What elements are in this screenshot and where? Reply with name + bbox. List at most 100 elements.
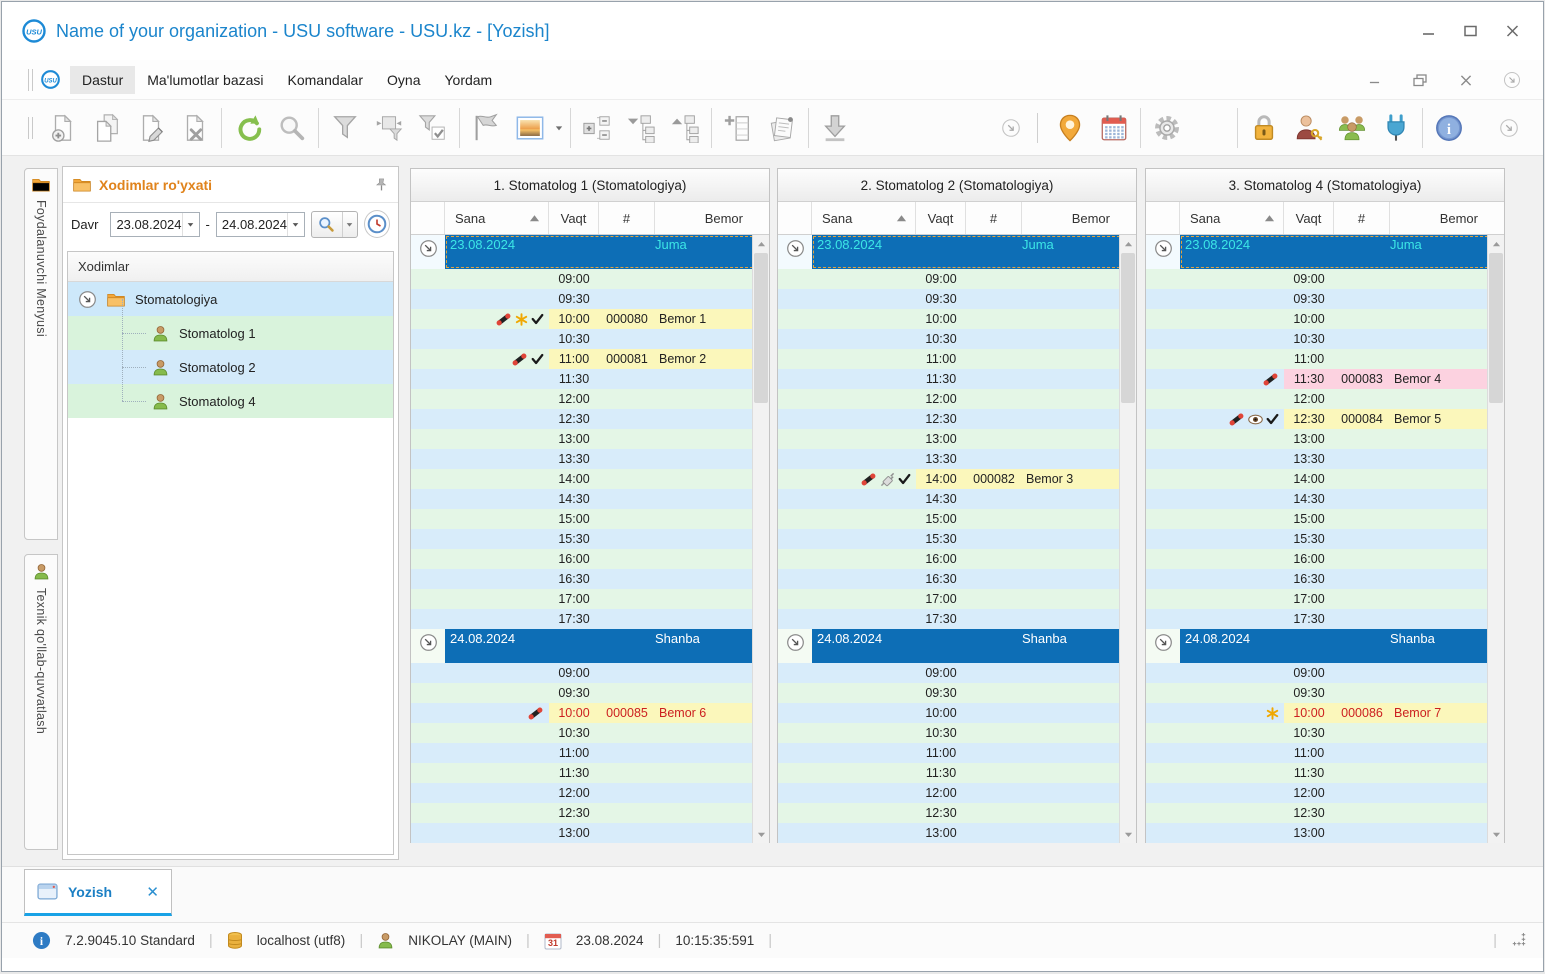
date-header-bar[interactable]: 24.08.2024 Shanba — [1180, 629, 1489, 663]
empty-time-slot[interactable]: 12:00 — [549, 783, 754, 803]
calendar-button[interactable] — [1092, 106, 1136, 150]
time-slot-row[interactable]: 16:00 — [778, 549, 1121, 569]
time-slot-row[interactable]: 10:30 — [411, 329, 754, 349]
empty-time-slot[interactable]: 14:30 — [1284, 489, 1489, 509]
time-slot-row[interactable]: 12:30 — [778, 803, 1121, 823]
time-slot-row[interactable]: 12:30 — [411, 803, 754, 823]
time-slot-row[interactable]: 12:30 — [1146, 803, 1489, 823]
empty-time-slot[interactable]: 13:30 — [916, 449, 1121, 469]
date-group-row[interactable]: 24.08.2024 Shanba — [1146, 629, 1489, 663]
collapse-arrow-icon[interactable] — [78, 290, 97, 309]
tab-close-icon[interactable]: ✕ — [146, 883, 159, 901]
resize-grip-icon[interactable] — [1511, 932, 1527, 949]
empty-time-slot[interactable]: 14:30 — [916, 489, 1121, 509]
time-slot-row[interactable]: 13:00 — [411, 429, 754, 449]
time-slot-row[interactable]: 13:00 — [1146, 823, 1489, 843]
empty-time-slot[interactable]: 17:00 — [1284, 589, 1489, 609]
empty-time-slot[interactable]: 16:00 — [549, 549, 754, 569]
date-group-row[interactable]: 23.08.2024 Juma — [778, 235, 1121, 269]
time-slot-row[interactable]: 13:00 — [1146, 429, 1489, 449]
time-slot-row[interactable]: 11:30 — [411, 763, 754, 783]
column-header-bemor[interactable]: Bemor — [655, 202, 769, 234]
empty-time-slot[interactable]: 13:00 — [1284, 823, 1489, 843]
time-slot-row[interactable]: 14:00 000082 Bemor 3 — [778, 469, 1121, 489]
time-slot-row[interactable]: 11:00 — [778, 349, 1121, 369]
empty-time-slot[interactable]: 15:30 — [916, 529, 1121, 549]
empty-time-slot[interactable]: 10:00 — [916, 309, 1121, 329]
time-slot-row[interactable]: 11:00 000081 Bemor 2 — [411, 349, 754, 369]
time-slot-row[interactable]: 17:00 — [1146, 589, 1489, 609]
column-header-vaqt[interactable]: Vaqt — [549, 202, 599, 234]
new-document-button[interactable] — [41, 106, 85, 150]
plug-button[interactable] — [1374, 106, 1418, 150]
date-header-bar[interactable]: 23.08.2024 Juma — [812, 235, 1121, 269]
tree-expand-button[interactable] — [663, 106, 707, 150]
chevron-down-icon[interactable] — [552, 124, 566, 132]
empty-time-slot[interactable]: 12:00 — [1284, 389, 1489, 409]
empty-time-slot[interactable]: 12:00 — [916, 389, 1121, 409]
time-slot-row[interactable]: 15:30 — [778, 529, 1121, 549]
empty-time-slot[interactable]: 09:30 — [916, 289, 1121, 309]
copy-document-button[interactable] — [85, 106, 129, 150]
time-slot-row[interactable]: 09:30 — [778, 683, 1121, 703]
sidebar-tab-tech-support[interactable]: Texnik qo'llab-quvvatlash — [24, 554, 58, 850]
empty-time-slot[interactable]: 09:00 — [549, 269, 754, 289]
appointment-entry[interactable]: 10:00 000080 Bemor 1 — [549, 309, 754, 329]
collapse-indicator-cell[interactable] — [1146, 629, 1180, 663]
empty-time-slot[interactable]: 17:30 — [916, 609, 1121, 629]
empty-time-slot[interactable]: 10:30 — [1284, 723, 1489, 743]
time-slot-row[interactable]: 17:30 — [778, 609, 1121, 629]
time-slot-row[interactable]: 13:30 — [778, 449, 1121, 469]
tree-node-employee[interactable]: Stomatolog 4 — [68, 367, 393, 418]
refresh-button[interactable] — [226, 106, 270, 150]
empty-time-slot[interactable]: 12:30 — [916, 803, 1121, 823]
maximize-icon[interactable] — [1453, 16, 1487, 46]
time-slot-row[interactable]: 10:00 000085 Bemor 6 — [411, 703, 754, 723]
info-button[interactable]: i — [1427, 106, 1471, 150]
menu-item-yordam[interactable]: Yordam — [432, 66, 504, 94]
date-to-combobox[interactable]: 24.08.2024 — [215, 211, 305, 237]
empty-time-slot[interactable]: 16:30 — [916, 569, 1121, 589]
empty-time-slot[interactable]: 11:00 — [916, 349, 1121, 369]
empty-time-slot[interactable]: 11:30 — [549, 369, 754, 389]
empty-time-slot[interactable]: 10:00 — [1284, 309, 1489, 329]
time-slot-row[interactable]: 10:00 — [778, 703, 1121, 723]
sidebar-tab-user-menu[interactable]: Foydalanuvchi Menyusi — [24, 168, 58, 540]
time-slot-row[interactable]: 10:00 — [1146, 309, 1489, 329]
appointment-entry[interactable]: 10:00 000085 Bemor 6 — [549, 703, 754, 723]
scroll-up-icon[interactable] — [1120, 235, 1136, 252]
tree-column-header[interactable]: Xodimlar — [68, 252, 393, 282]
vertical-scrollbar[interactable] — [752, 235, 769, 843]
time-slot-row[interactable]: 10:30 — [1146, 723, 1489, 743]
time-slot-row[interactable]: 11:00 — [778, 743, 1121, 763]
appointment-entry[interactable]: 14:00 000082 Bemor 3 — [916, 469, 1121, 489]
empty-time-slot[interactable]: 14:30 — [549, 489, 754, 509]
appointment-entry[interactable]: 11:30 000083 Bemor 4 — [1284, 369, 1489, 389]
empty-time-slot[interactable]: 13:30 — [549, 449, 754, 469]
empty-time-slot[interactable]: 10:30 — [549, 329, 754, 349]
column-header-bemor[interactable]: Bemor — [1022, 202, 1136, 234]
tree-collapse-button[interactable] — [619, 106, 663, 150]
empty-time-slot[interactable]: 15:00 — [1284, 509, 1489, 529]
scroll-up-icon[interactable] — [753, 235, 769, 252]
time-slot-row[interactable]: 09:00 — [1146, 663, 1489, 683]
chevron-down-icon[interactable] — [341, 211, 357, 237]
time-slot-row[interactable]: 10:30 — [778, 723, 1121, 743]
vertical-scrollbar[interactable] — [1119, 235, 1136, 843]
empty-time-slot[interactable]: 12:30 — [1284, 803, 1489, 823]
empty-time-slot[interactable]: 13:30 — [1284, 449, 1489, 469]
time-slot-row[interactable]: 12:00 — [411, 783, 754, 803]
date-header-bar[interactable]: 23.08.2024 Juma — [445, 235, 754, 269]
empty-time-slot[interactable]: 11:30 — [1284, 763, 1489, 783]
mdi-close-icon[interactable] — [1449, 65, 1483, 95]
delete-document-button[interactable] — [173, 106, 217, 150]
time-slot-row[interactable]: 13:00 — [778, 823, 1121, 843]
date-header-bar[interactable]: 23.08.2024 Juma — [1180, 235, 1489, 269]
color-wheel-button[interactable] — [1189, 106, 1233, 150]
time-slot-row[interactable]: 17:30 — [411, 609, 754, 629]
menu-item-ma-lumotlar-bazasi[interactable]: Ma'lumotlar bazasi — [135, 66, 275, 94]
time-slot-row[interactable]: 16:30 — [1146, 569, 1489, 589]
time-slot-row[interactable]: 14:30 — [778, 489, 1121, 509]
empty-time-slot[interactable]: 09:30 — [549, 683, 754, 703]
collapse-indicator-cell[interactable] — [411, 629, 445, 663]
